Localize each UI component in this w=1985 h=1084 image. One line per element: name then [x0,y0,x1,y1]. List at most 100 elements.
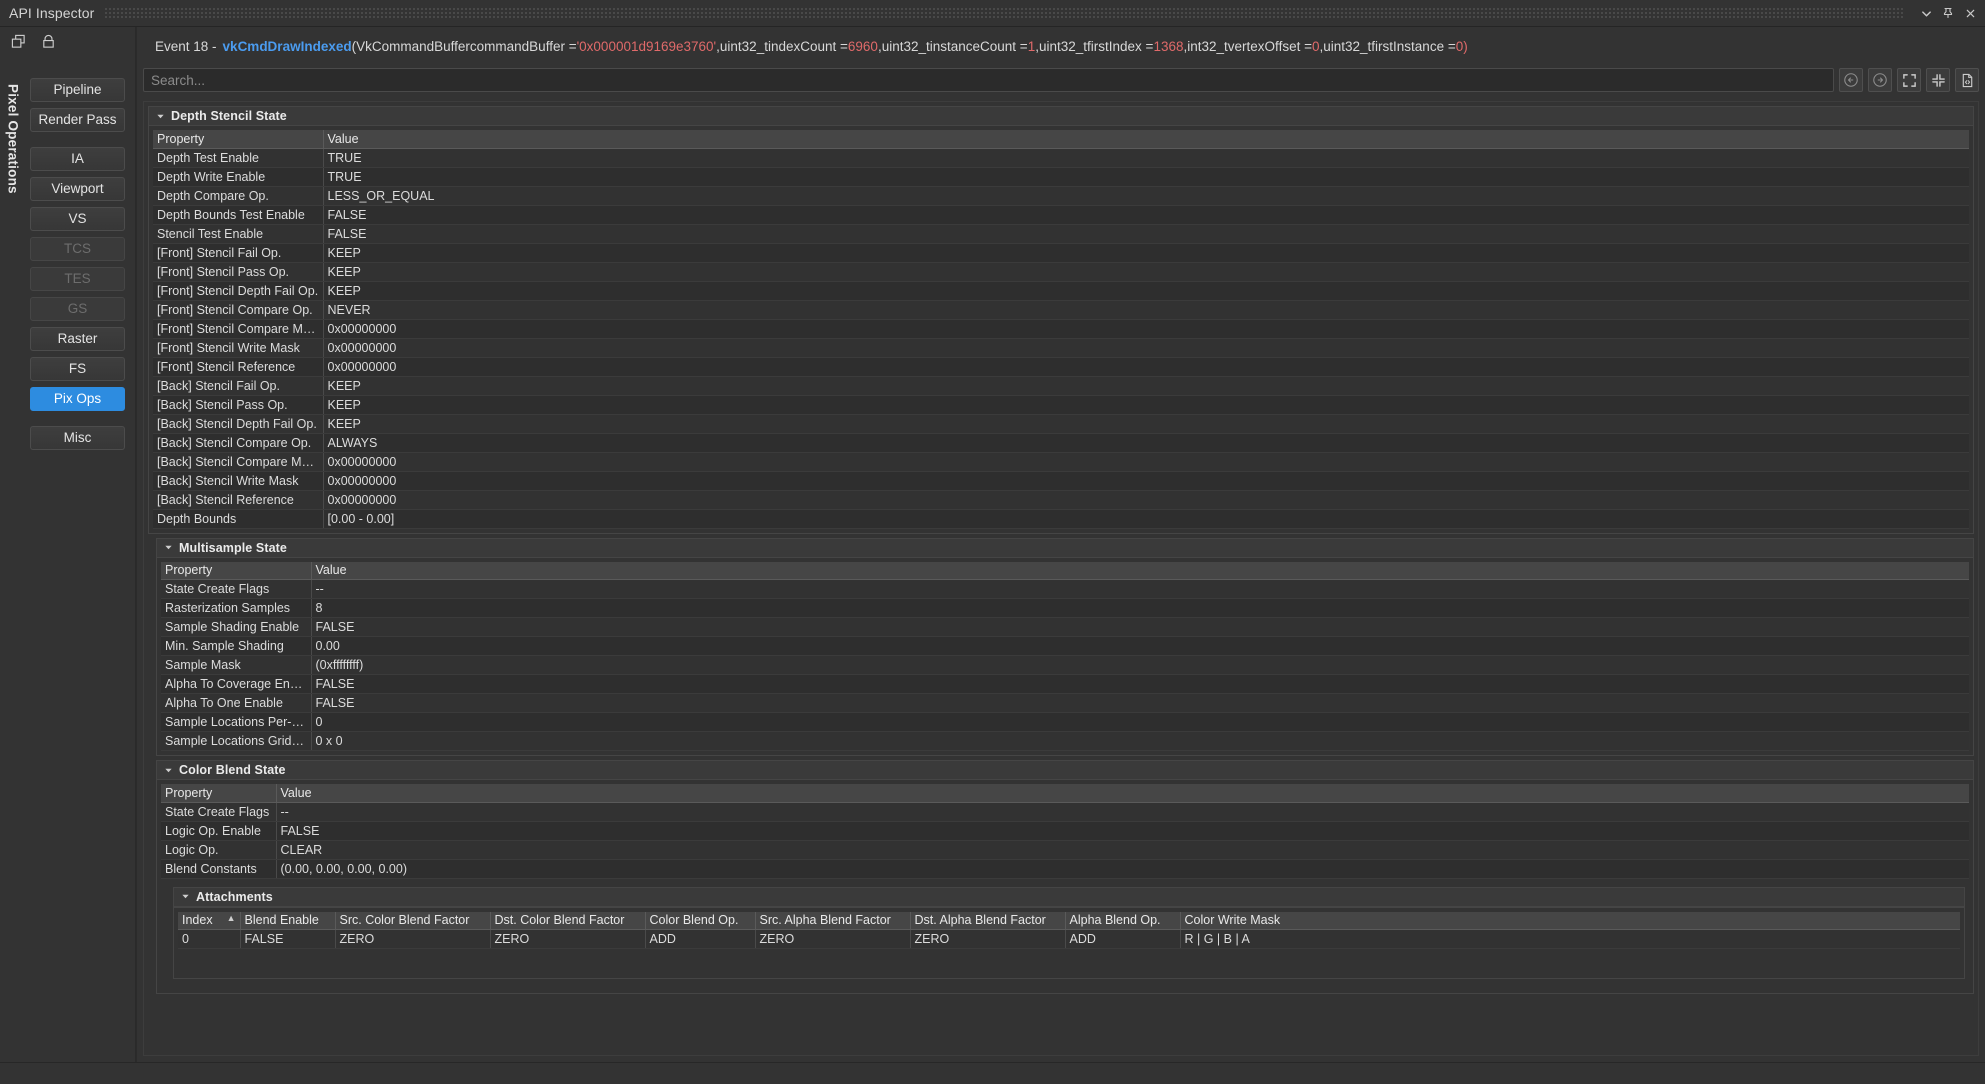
cell-0: [Front] Stencil Write Mask [153,338,323,357]
cell-0: Depth Bounds Test Enable [153,205,323,224]
cell-1: FALSE [311,694,1969,713]
pin-icon[interactable] [1937,2,1959,24]
column-header-property[interactable]: Property [161,562,311,580]
column-header-alpha-blend-op[interactable]: Alpha Blend Op. [1065,912,1180,930]
cell-0: [Front] Stencil Pass Op. [153,262,323,281]
cell-1: 0x00000000 [323,452,1969,471]
cell-1: FALSE [240,930,335,949]
table-row[interactable]: Blend Constants(0.00, 0.00, 0.00, 0.00) [161,859,1969,878]
table-row[interactable]: [Back] Stencil Depth Fail Op.KEEP [153,414,1969,433]
column-header-src-color-blend-factor[interactable]: Src. Color Blend Factor [335,912,490,930]
cell-1: ALWAYS [323,433,1969,452]
table-row[interactable]: Sample Mask(0xffffffff) [161,656,1969,675]
cell-0: Alpha To One Enable [161,694,311,713]
lock-icon[interactable] [40,33,57,50]
stage-button-viewport[interactable]: Viewport [30,177,125,201]
table-row[interactable]: Stencil Test EnableFALSE [153,224,1969,243]
table-row[interactable]: Rasterization Samples8 [161,599,1969,618]
section-color-blend-state: Color Blend State Property Value State C… [144,760,1978,994]
cell-1: 0x00000000 [323,471,1969,490]
event-arg-2-value: 1 [1028,39,1036,54]
column-header-color-blend-op[interactable]: Color Blend Op. [645,912,755,930]
event-close-paren: ) [1463,39,1468,54]
table-row[interactable]: Alpha To One EnableFALSE [161,694,1969,713]
table-row[interactable]: Logic Op.CLEAR [161,840,1969,859]
column-header-dst-color-blend-factor[interactable]: Dst. Color Blend Factor [490,912,645,930]
table-row[interactable]: Logic Op. EnableFALSE [161,821,1969,840]
table-row[interactable]: Depth Write EnableTRUE [153,167,1969,186]
stage-button-pipeline[interactable]: Pipeline [30,78,125,102]
column-header-dst-alpha-blend-factor[interactable]: Dst. Alpha Blend Factor [910,912,1065,930]
table-row[interactable]: [Back] Stencil Pass Op.KEEP [153,395,1969,414]
chevron-down-icon[interactable] [1915,2,1937,24]
stage-button-raster[interactable]: Raster [30,327,125,351]
forward-arrow-icon[interactable] [1868,68,1892,92]
table-row[interactable]: [Front] Stencil Pass Op.KEEP [153,262,1969,281]
section-header-attachments[interactable]: Attachments [173,887,1965,907]
table-row[interactable]: Depth Compare Op.LESS_OR_EQUAL [153,186,1969,205]
table-row[interactable]: [Back] Stencil Compare Mask0x00000000 [153,452,1969,471]
cell-0: [Back] Stencil Fail Op. [153,376,323,395]
column-header-index[interactable]: Index ▲ [178,912,240,930]
stage-button-pix-ops[interactable]: Pix Ops [30,387,125,411]
table-row[interactable]: [Front] Stencil Fail Op.KEEP [153,243,1969,262]
table-row[interactable]: Depth Bounds[0.00 - 0.00] [153,509,1969,528]
stage-button-ia[interactable]: IA [30,147,125,171]
table-row[interactable]: [Front] Stencil Write Mask0x00000000 [153,338,1969,357]
content-pane: Event 18 - vkCmdDrawIndexed(VkCommandBuf… [136,27,1985,1062]
section-header-multisample-state[interactable]: Multisample State [156,538,1974,558]
table-row[interactable]: [Front] Stencil Reference0x00000000 [153,357,1969,376]
back-arrow-icon[interactable] [1839,68,1863,92]
section-header-depth-stencil-state[interactable]: Depth Stencil State [148,106,1974,126]
table-row[interactable]: Sample Locations Per-Pixel0 [161,713,1969,732]
column-header-value[interactable]: Value [276,784,1969,802]
column-header-property[interactable]: Property [161,784,276,802]
stage-button-vs[interactable]: VS [30,207,125,231]
column-header-color-write-mask[interactable]: Color Write Mask [1180,912,1960,930]
chevron-down-icon[interactable] [154,110,167,123]
table-row[interactable]: [Back] Stencil Reference0x00000000 [153,490,1969,509]
popout-window-icon[interactable] [10,33,27,50]
vertical-tab-pixel-operations[interactable]: Pixel Operations [0,52,26,1062]
collapse-all-icon[interactable] [1926,68,1950,92]
chevron-down-icon[interactable] [179,890,192,903]
table-row[interactable]: [Back] Stencil Fail Op.KEEP [153,376,1969,395]
stage-button-misc[interactable]: Misc [30,426,125,450]
column-header-property[interactable]: Property [153,130,323,148]
button-group-divider [30,138,125,147]
table-row[interactable]: [Front] Stencil Compare Mask0x00000000 [153,319,1969,338]
section-header-color-blend-state[interactable]: Color Blend State [156,760,1974,780]
table-row[interactable]: 0FALSEZEROZEROADDZEROZEROADDR | G | B | … [178,930,1960,949]
expand-all-icon[interactable] [1897,68,1921,92]
table-row[interactable]: State Create Flags-- [161,580,1969,599]
table-row[interactable]: [Front] Stencil Compare Op.NEVER [153,300,1969,319]
table-row[interactable]: [Front] Stencil Depth Fail Op.KEEP [153,281,1969,300]
cell-1: 0x00000000 [323,319,1969,338]
table-row[interactable]: [Back] Stencil Write Mask0x00000000 [153,471,1969,490]
titlebar-drag-handle[interactable] [104,7,1905,19]
column-header-value[interactable]: Value [311,562,1969,580]
chevron-down-icon[interactable] [162,764,175,777]
table-row[interactable]: Min. Sample Shading0.00 [161,637,1969,656]
stage-button-fs[interactable]: FS [30,357,125,381]
table-row[interactable]: Sample Shading EnableFALSE [161,618,1969,637]
state-scroll-area[interactable]: Depth Stencil State Property Value Depth… [143,101,1979,1056]
column-header-value[interactable]: Value [323,130,1969,148]
close-icon[interactable] [1959,2,1981,24]
stage-button-render-pass[interactable]: Render Pass [30,108,125,132]
table-row[interactable]: State Create Flags-- [161,802,1969,821]
export-document-icon[interactable] [1955,68,1979,92]
table-row[interactable]: Sample Locations Grid Size0 x 0 [161,732,1969,751]
cell-0: Sample Locations Per-Pixel [161,713,311,732]
column-header-src-alpha-blend-factor[interactable]: Src. Alpha Blend Factor [755,912,910,930]
event-arg-5-name: firstInstance = [1371,39,1455,54]
table-row[interactable]: Depth Bounds Test EnableFALSE [153,205,1969,224]
table-row[interactable]: Depth Test EnableTRUE [153,148,1969,167]
table-row[interactable]: Alpha To Coverage EnableFALSE [161,675,1969,694]
column-header-blend-enable[interactable]: Blend Enable [240,912,335,930]
search-input[interactable] [143,68,1834,92]
event-function-link[interactable]: vkCmdDrawIndexed [223,39,352,54]
chevron-down-icon[interactable] [162,541,175,554]
table-row[interactable]: [Back] Stencil Compare Op.ALWAYS [153,433,1969,452]
cell-1: [0.00 - 0.00] [323,509,1969,528]
